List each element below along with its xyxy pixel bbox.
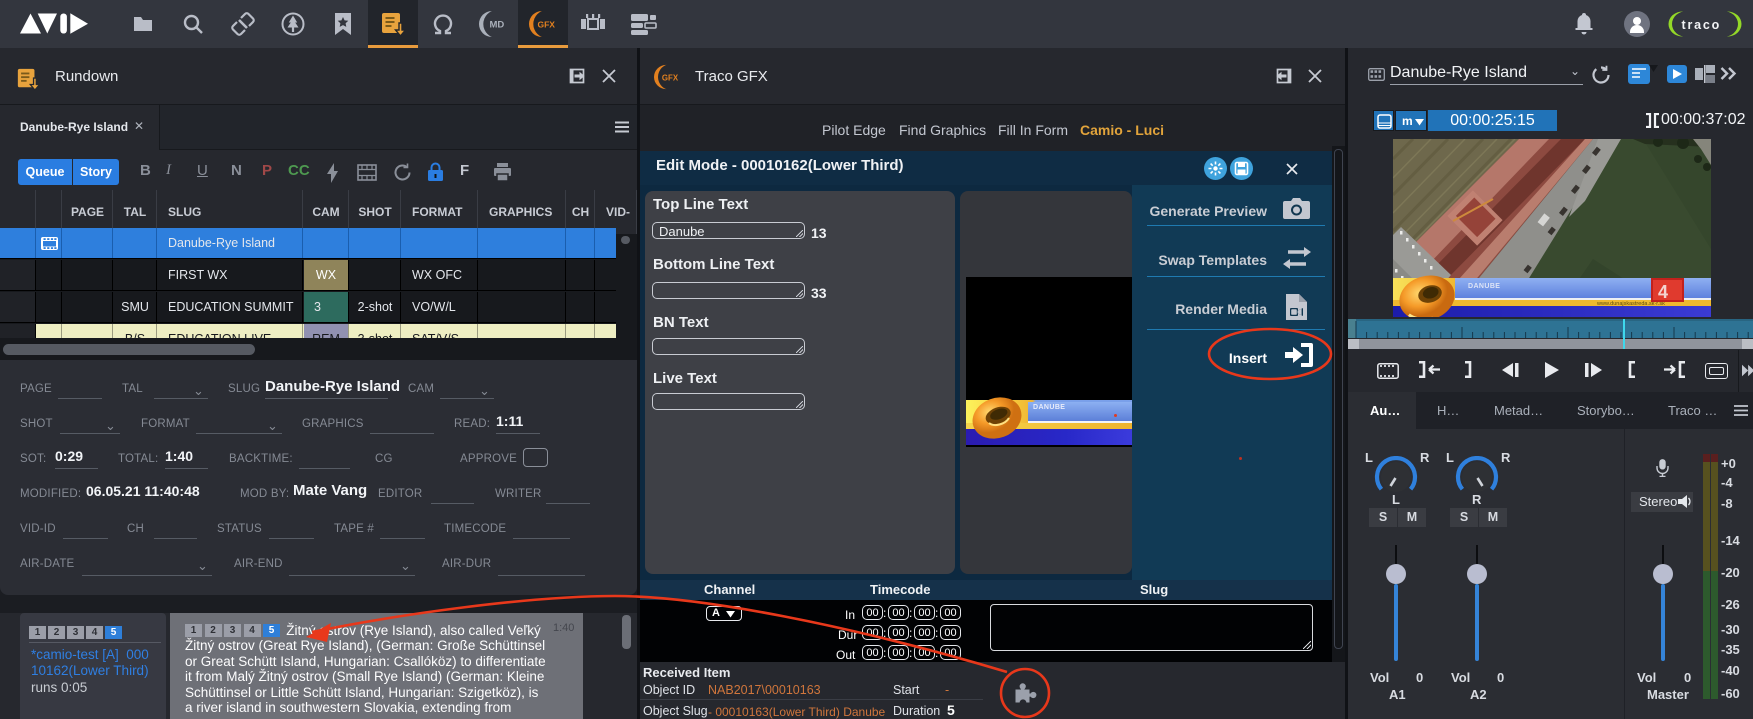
- svg-text:DANUBE: DANUBE: [1468, 283, 1500, 290]
- svg-text:traco: traco: [1682, 18, 1722, 32]
- svg-text:GFX: GFX: [538, 20, 556, 30]
- svg-text:MD: MD: [490, 20, 505, 31]
- svg-text:4: 4: [1658, 282, 1668, 302]
- svg-text:GFX: GFX: [662, 73, 679, 82]
